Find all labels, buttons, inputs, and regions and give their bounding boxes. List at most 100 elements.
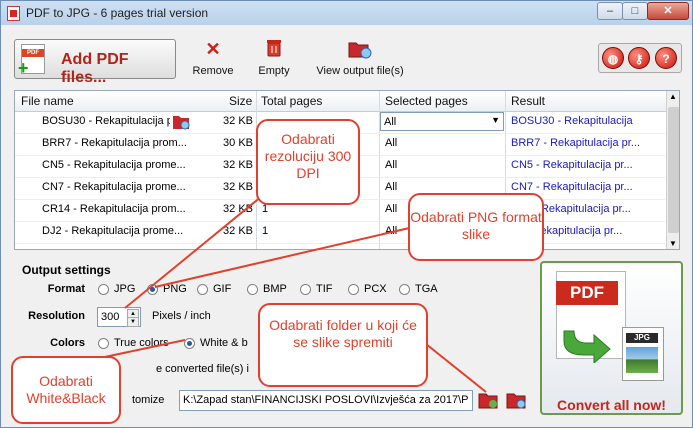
- file-total-pages: 1: [262, 225, 269, 237]
- format-option-label: TGA: [415, 283, 438, 295]
- close-button[interactable]: ✕: [647, 2, 689, 20]
- remove-x-icon: ✕: [205, 39, 221, 59]
- format-radio-pcx[interactable]: [348, 284, 359, 295]
- resolution-unit: Pixels / inch: [152, 310, 211, 322]
- resolution-stepper[interactable]: 300 ▲ ▼: [97, 307, 141, 327]
- landscape-photo-icon: [626, 347, 658, 373]
- folder-view-icon: [311, 39, 409, 59]
- format-option-label: TIF: [316, 283, 333, 295]
- scrollbar-thumb[interactable]: [668, 107, 679, 233]
- callout-folder: Odabrati folder u koji će se slike sprem…: [258, 303, 428, 387]
- convert-all-now-label: Convert all now!: [557, 397, 666, 413]
- help-icon[interactable]: ?: [655, 47, 677, 69]
- jpg-badge: JPG: [626, 333, 658, 343]
- minimize-button[interactable]: –: [597, 2, 623, 20]
- add-pdf-files-button[interactable]: PDF + Add PDF files...: [14, 39, 176, 86]
- app-icon: [7, 6, 20, 21]
- format-radio-jpg[interactable]: [98, 284, 109, 295]
- add-pdf-icon: PDF +: [18, 44, 45, 78]
- format-option-label: GIF: [213, 283, 232, 295]
- globe-icon[interactable]: ◍: [602, 47, 624, 69]
- file-name: CR14 - Rekapitulacija prom...: [42, 203, 186, 215]
- file-size: 30 KB: [223, 137, 253, 149]
- window-title: PDF to JPG - 6 pages trial version: [26, 6, 209, 20]
- maximize-button[interactable]: □: [622, 2, 648, 20]
- title-bar: PDF to JPG - 6 pages trial version – □ ✕: [1, 1, 692, 25]
- output-folder-path[interactable]: K:\Zapad stan\FINANCIJSKI POSLOVI\Izvješ…: [179, 390, 473, 411]
- save-option-label: e converted file(s) i: [156, 363, 249, 375]
- add-pdf-files-label: Add PDF files...: [61, 51, 129, 86]
- add-pdf-icon-text: PDF: [22, 49, 44, 57]
- format-radio-gif[interactable]: [197, 284, 208, 295]
- format-radio-tga[interactable]: [399, 284, 410, 295]
- pdf-badge: PDF: [556, 281, 618, 305]
- convert-arrow-icon: [563, 330, 611, 363]
- table-row[interactable]: DJ2 - Rekapitulacija prome... 32 KB 1 Al…: [15, 221, 665, 244]
- format-option-label: BMP: [263, 283, 287, 295]
- file-result[interactable]: CN7 - Rekapitulacija pr...: [511, 181, 646, 193]
- file-size: 32 KB: [223, 159, 253, 171]
- browse-folder-icon[interactable]: [478, 391, 498, 409]
- colors-label: Colors: [50, 337, 85, 349]
- view-output-files-button[interactable]: View output file(s): [311, 39, 409, 77]
- colors-radio-true[interactable]: [98, 338, 109, 349]
- format-option-label: JPG: [114, 283, 136, 295]
- plus-icon: +: [18, 58, 29, 78]
- file-result[interactable]: BRR7 - Rekapitulacija pr...: [511, 137, 646, 149]
- col-size[interactable]: Size: [229, 94, 252, 108]
- format-label: Format: [47, 283, 85, 295]
- callout-resolution: Odabrati rezoluciju 300 DPI: [256, 119, 360, 205]
- key-icon[interactable]: ⚷: [628, 47, 650, 69]
- col-selected-pages[interactable]: Selected pages: [385, 94, 468, 108]
- empty-button[interactable]: Empty: [253, 39, 295, 77]
- file-size: 32 KB: [223, 225, 253, 237]
- file-size: 32 KB: [223, 181, 253, 193]
- scroll-down-icon[interactable]: ▼: [669, 239, 677, 248]
- file-name: BRR7 - Rekapitulacija prom...: [42, 137, 187, 149]
- file-name: DJ2 - Rekapitulacija prome...: [42, 225, 184, 237]
- format-radio-tif[interactable]: [300, 284, 311, 295]
- col-file-name[interactable]: File name: [21, 94, 74, 108]
- file-result[interactable]: CN5 - Rekapitulacija pr...: [511, 159, 646, 171]
- table-scrollbar[interactable]: ▲ ▼: [666, 91, 679, 249]
- selected-pages-value[interactable]: All: [385, 137, 485, 149]
- colors-option-label: True colors: [114, 337, 169, 349]
- file-name: BOSU30 - Rekapitulacija p: [42, 115, 170, 127]
- col-result[interactable]: Result: [511, 94, 545, 108]
- colors-radio-white-black[interactable]: [184, 338, 195, 349]
- file-size: 32 KB: [223, 203, 253, 215]
- colors-option-label: White & b: [200, 337, 248, 349]
- convert-all-now-button[interactable]: PDF JPG Convert all now!: [540, 261, 683, 415]
- view-output-files-label: View output file(s): [316, 65, 404, 77]
- toolbar: PDF + Add PDF files... ✕ Remove Empty Vi…: [1, 25, 692, 86]
- resolution-label: Resolution: [28, 310, 85, 322]
- open-folder-icon[interactable]: [506, 391, 526, 409]
- selected-pages-value[interactable]: All: [385, 159, 485, 171]
- format-option-label: PCX: [364, 283, 387, 295]
- remove-label: Remove: [192, 65, 234, 77]
- selected-pages-value: All: [384, 116, 397, 128]
- format-radio-png[interactable]: [147, 284, 158, 295]
- table-header: File name Size Total pages Selected page…: [15, 91, 679, 112]
- remove-button[interactable]: ✕ Remove: [190, 39, 236, 77]
- resolution-value: 300: [101, 311, 120, 323]
- file-size: 32 KB: [223, 115, 253, 127]
- customize-label: tomize: [132, 394, 165, 406]
- format-option-label: PNG: [163, 283, 187, 295]
- file-name: CN5 - Rekapitulacija prome...: [42, 159, 186, 171]
- selected-pages-dropdown[interactable]: All ▼: [380, 112, 504, 131]
- file-result[interactable]: BOSU30 - Rekapitulacija: [511, 115, 646, 127]
- selected-pages-value[interactable]: All: [385, 181, 485, 193]
- stepper-down-icon[interactable]: ▼: [127, 317, 139, 327]
- format-radio-bmp[interactable]: [247, 284, 258, 295]
- output-settings-title: Output settings: [22, 263, 111, 277]
- chevron-down-icon: ▼: [491, 115, 500, 125]
- file-name: CN7 - Rekapitulacija prome...: [42, 181, 186, 193]
- trash-icon: [253, 39, 295, 59]
- scroll-up-icon[interactable]: ▲: [669, 92, 677, 101]
- callout-white-black: Odabrati White&Black: [11, 356, 121, 424]
- file-folder-icon[interactable]: [172, 113, 190, 130]
- empty-label: Empty: [258, 65, 290, 77]
- callout-png: Odabrati PNG format slike: [408, 193, 544, 261]
- col-total-pages[interactable]: Total pages: [261, 94, 322, 108]
